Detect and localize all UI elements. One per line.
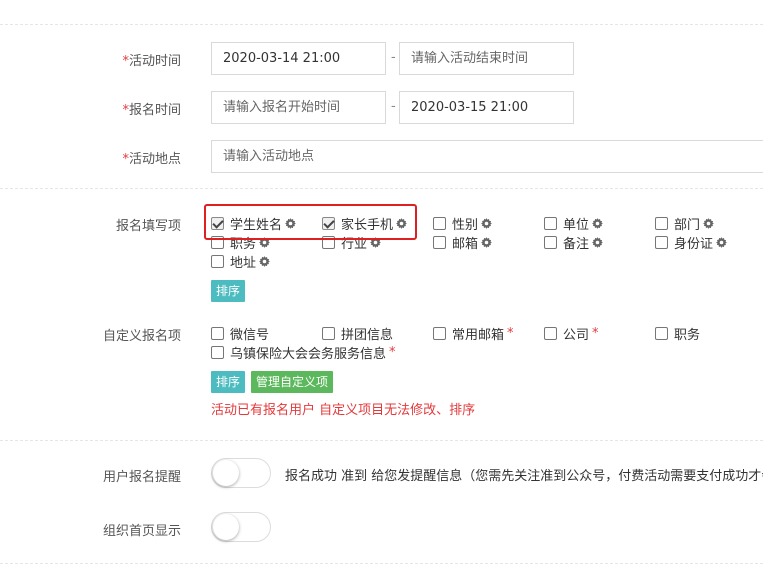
signup-field-checkbox[interactable]: 身份证: [655, 233, 728, 252]
signup-field-checkbox[interactable]: 单位: [544, 214, 604, 233]
signup-fields-sort-button[interactable]: 排序: [211, 280, 246, 302]
checkbox-label: 拼团信息: [341, 328, 394, 343]
location-label: *活动地点: [122, 152, 181, 167]
custom-field-checkbox[interactable]: 微信号: [211, 324, 269, 343]
location-input[interactable]: 请输入活动地点: [211, 140, 763, 173]
checkbox-label: 备注: [563, 237, 590, 252]
checkbox-label: 地址: [230, 256, 257, 271]
custom-fields-label: 自定义报名项: [102, 329, 181, 344]
highlight-box: [204, 204, 417, 240]
toggle-knob: [213, 460, 239, 486]
gear-icon[interactable]: [592, 237, 604, 248]
gear-icon[interactable]: [481, 237, 493, 248]
checkbox-label: 身份证: [674, 237, 714, 252]
checkbox[interactable]: [433, 217, 446, 230]
checkbox-label: 常用邮箱: [452, 328, 505, 343]
signup-start-input[interactable]: 请输入报名开始时间: [211, 91, 386, 124]
divider: [0, 563, 763, 564]
toggle-knob: [213, 514, 239, 540]
checkbox[interactable]: [655, 217, 668, 230]
signup-end-input[interactable]: 2020-03-15 21:00: [399, 91, 574, 124]
checkbox-label: 微信号: [230, 328, 270, 343]
gear-icon[interactable]: [592, 218, 604, 229]
homepage-display-toggle[interactable]: [211, 512, 271, 542]
gear-icon[interactable]: [716, 237, 728, 248]
checkbox[interactable]: [322, 327, 335, 340]
gear-icon[interactable]: [259, 256, 271, 267]
checkbox[interactable]: [544, 217, 557, 230]
checkbox[interactable]: [433, 236, 446, 249]
custom-field-checkbox[interactable]: 乌镇保险大会会务服务信息 *: [211, 343, 396, 362]
checkbox[interactable]: [211, 255, 224, 268]
activity-end-input[interactable]: 请输入活动结束时间: [399, 42, 574, 75]
separator: -: [391, 50, 396, 65]
signup-fields-label: 报名填写项: [115, 219, 181, 234]
checkbox-label: 乌镇保险大会会务服务信息: [230, 347, 387, 362]
signup-field-checkbox[interactable]: 部门: [655, 214, 715, 233]
divider: [0, 188, 763, 189]
custom-fields-warning: 活动已有报名用户 自定义项目无法修改、排序: [211, 403, 476, 418]
gear-icon[interactable]: [481, 218, 493, 229]
checkbox[interactable]: [655, 327, 668, 340]
checkbox[interactable]: [544, 327, 557, 340]
signup-field-checkbox[interactable]: 地址: [211, 252, 271, 271]
checkbox-label: 单位: [563, 218, 590, 233]
required-mark: *: [592, 326, 599, 341]
separator: -: [391, 99, 396, 114]
checkbox[interactable]: [211, 346, 224, 359]
checkbox-label: 邮箱: [452, 237, 479, 252]
custom-field-checkbox[interactable]: 职务: [655, 324, 700, 343]
activity-time-label: *活动时间: [122, 54, 181, 69]
checkbox-label: 职务: [674, 328, 701, 343]
custom-field-checkbox[interactable]: 拼团信息: [322, 324, 393, 343]
checkbox-label: 部门: [674, 218, 701, 233]
divider: [0, 24, 763, 25]
reminder-toggle[interactable]: [211, 458, 271, 488]
manage-custom-fields-button[interactable]: 管理自定义项: [251, 371, 334, 393]
gear-icon[interactable]: [703, 218, 715, 229]
reminder-description: 报名成功 准到 给您发提醒信息（您需先关注准到公众号，付费活动需要支付成功才会: [285, 469, 763, 484]
checkbox[interactable]: [211, 327, 224, 340]
activity-start-input[interactable]: 2020-03-14 21:00: [211, 42, 386, 75]
signup-time-label: *报名时间: [122, 103, 181, 118]
checkbox[interactable]: [433, 327, 446, 340]
checkbox-label: 性别: [452, 218, 479, 233]
signup-field-checkbox[interactable]: 邮箱: [433, 233, 493, 252]
required-mark: *: [507, 326, 514, 341]
custom-field-checkbox[interactable]: 公司 *: [544, 324, 599, 343]
homepage-display-label: 组织首页显示: [102, 524, 181, 539]
signup-field-checkbox[interactable]: 备注: [544, 233, 604, 252]
required-mark: *: [389, 345, 396, 360]
signup-field-checkbox[interactable]: 性别: [433, 214, 493, 233]
custom-field-checkbox[interactable]: 常用邮箱 *: [433, 324, 514, 343]
checkbox-label: 公司: [563, 328, 590, 343]
checkbox[interactable]: [655, 236, 668, 249]
divider: [0, 440, 763, 441]
custom-fields-sort-button[interactable]: 排序: [211, 371, 246, 393]
reminder-label: 用户报名提醒: [102, 470, 181, 485]
checkbox[interactable]: [544, 236, 557, 249]
